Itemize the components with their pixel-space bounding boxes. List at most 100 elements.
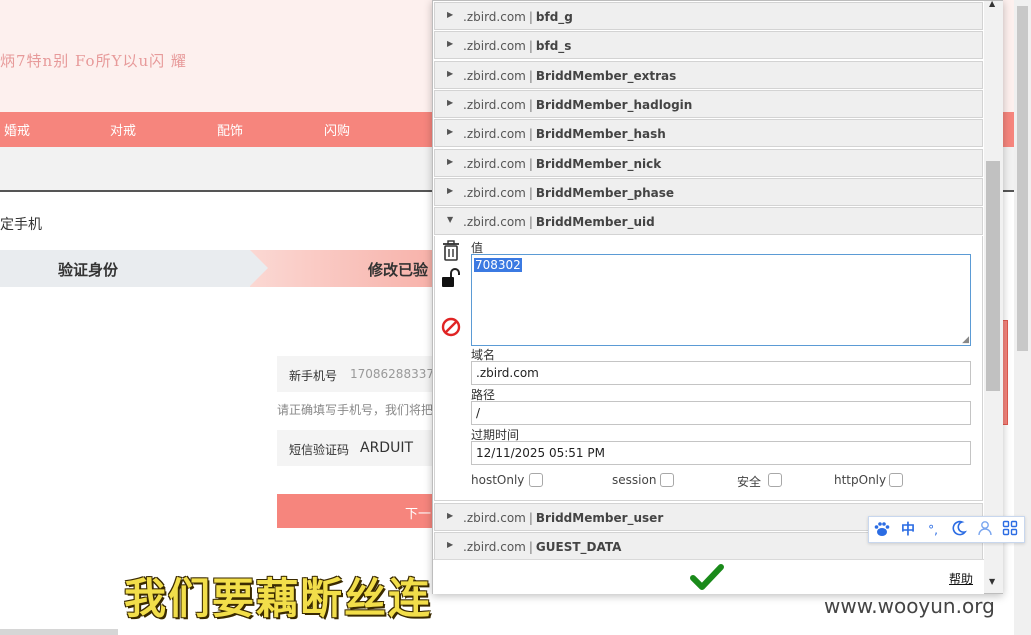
cookie-editor-popup: ▶ .zbird.com | bfd_g ▶ .zbird.com | bfd_s ▶ … — [432, 0, 1003, 594]
sms-code-field[interactable]: 短信验证码 ARDUIT — [277, 430, 437, 466]
nav-item-wedding-rings[interactable]: 婚戒 — [4, 120, 30, 139]
ime-mode-toggle[interactable]: 中 — [898, 520, 918, 540]
expand-arrow-icon[interactable]: ▶ — [447, 10, 453, 19]
scroll-down-arrow-icon[interactable]: ▼ — [989, 577, 995, 586]
cookie-row[interactable]: ▶ .zbird.com | bfd_s — [434, 31, 983, 59]
separator: | — [528, 511, 533, 525]
step-arrow — [250, 250, 268, 286]
new-phone-field[interactable]: 新手机号 17086288337 — [277, 356, 437, 392]
domain-value: .zbird.com — [476, 366, 539, 380]
path-value: / — [476, 406, 481, 420]
cookie-row-expanded[interactable]: ▼ .zbird.com | BriddMember_uid — [434, 207, 983, 235]
block-icon[interactable] — [441, 316, 461, 338]
cookie-row[interactable]: ▶ .zbird.com | BriddMember_extras — [434, 61, 983, 89]
unlock-icon[interactable] — [441, 268, 461, 290]
cookie-name: GUEST_DATA — [535, 540, 622, 554]
phone-hint: 请正确填写手机号，我们将把 — [277, 403, 434, 417]
domain-input[interactable]: .zbird.com — [471, 361, 971, 385]
moon-icon[interactable] — [949, 520, 969, 540]
horizontal-scrollbar[interactable] — [0, 629, 118, 635]
ime-toolbar: 中 °, — [868, 516, 1025, 543]
expand-arrow-icon[interactable]: ▶ — [447, 127, 453, 136]
expand-arrow-icon[interactable]: ▶ — [447, 98, 453, 107]
nav-item-accessories[interactable]: 配饰 — [217, 120, 243, 139]
next-button-label: 下一 — [405, 507, 432, 522]
expand-arrow-icon[interactable]: ▶ — [447, 39, 453, 48]
cookie-domain: .zbird.com — [463, 10, 526, 24]
separator: | — [528, 540, 533, 554]
separator: | — [528, 39, 533, 53]
collapse-arrow-icon[interactable]: ▼ — [447, 215, 453, 224]
separator: | — [528, 215, 533, 229]
session-checkbox[interactable] — [660, 473, 674, 487]
popup-scrollbar-thumb[interactable] — [986, 161, 1000, 391]
cookie-name: BriddMember_hash — [535, 127, 666, 141]
punctuation-toggle[interactable]: °, — [923, 520, 943, 540]
sms-code-label: 短信验证码 — [289, 443, 350, 457]
cookie-row[interactable]: ▶ .zbird.com | BriddMember_hadlogin — [434, 90, 983, 118]
cookie-domain: .zbird.com — [463, 157, 526, 171]
step-label: 验证身份 — [58, 261, 119, 279]
video-subtitle: 我们要藕断丝连 — [124, 574, 433, 623]
page-scrollbar-thumb[interactable] — [1017, 6, 1028, 351]
popup-footer: 帮助 — [433, 559, 984, 594]
cookie-row[interactable]: ▶ .zbird.com | BriddMember_phase — [434, 178, 983, 206]
popup-scrollbar[interactable]: ▲ ▼ — [984, 0, 1003, 593]
expiry-input[interactable]: 12/11/2025 05:51 PM — [471, 441, 971, 465]
paw-icon[interactable] — [872, 520, 892, 540]
cookie-domain: .zbird.com — [463, 511, 526, 525]
cookie-name: BriddMember_extras — [535, 69, 677, 83]
nav-item-couple-rings[interactable]: 对戒 — [110, 120, 136, 139]
step-verify-identity: 验证身份 — [0, 250, 250, 287]
cookie-name: BriddMember_uid — [535, 215, 655, 229]
delete-icon[interactable] — [441, 240, 461, 262]
cookie-domain: .zbird.com — [463, 540, 526, 554]
grid-icon[interactable] — [1000, 520, 1020, 540]
httponly-checkbox[interactable] — [889, 473, 903, 487]
separator: | — [528, 10, 533, 24]
scroll-up-arrow-icon[interactable]: ▲ — [989, 0, 995, 8]
user-icon[interactable] — [975, 520, 995, 540]
hostonly-checkbox[interactable] — [529, 473, 543, 487]
step-label: 修改已验 — [368, 261, 429, 279]
expand-arrow-icon[interactable]: ▶ — [447, 69, 453, 78]
cookie-list: ▶ .zbird.com | bfd_g ▶ .zbird.com | bfd_s ▶ … — [433, 1, 984, 559]
step-progress: 验证身份 修改已验 — [0, 250, 500, 287]
separator: | — [528, 127, 533, 141]
cookie-row[interactable]: ▶ .zbird.com | bfd_g — [434, 2, 983, 30]
cookie-name: BriddMember_user — [535, 511, 664, 525]
separator: | — [528, 157, 533, 171]
expand-arrow-icon[interactable]: ▶ — [447, 540, 453, 549]
save-checkmark-icon[interactable] — [690, 562, 724, 592]
cookie-domain: .zbird.com — [463, 69, 526, 83]
next-button[interactable]: 下一 — [277, 494, 437, 528]
cookie-domain: .zbird.com — [463, 98, 526, 112]
site-logo[interactable]: 炳7特n别 Fo所Y以u闪 耀 — [0, 50, 187, 71]
cookie-row[interactable]: ▶ .zbird.com | BriddMember_hash — [434, 119, 983, 147]
path-input[interactable]: / — [471, 401, 971, 425]
separator: | — [528, 69, 533, 83]
value-text: 708302 — [474, 258, 522, 272]
separator: | — [528, 98, 533, 112]
expand-arrow-icon[interactable]: ▶ — [447, 511, 453, 520]
nav-item-flash-sale[interactable]: 闪购 — [324, 120, 350, 139]
separator: | — [528, 186, 533, 200]
cookie-detail-panel: 值 708302 ◢ 域名 .zbird.com 路径 / 过期时间 12/11… — [434, 236, 983, 501]
cookie-row[interactable]: ▶ .zbird.com | BriddMember_nick — [434, 149, 983, 177]
value-textarea[interactable]: 708302 ◢ — [471, 254, 971, 346]
expiry-value: 12/11/2025 05:51 PM — [476, 446, 605, 460]
secure-checkbox[interactable] — [768, 473, 782, 487]
resize-grip-icon[interactable]: ◢ — [962, 335, 969, 345]
sms-code-input[interactable]: ARDUIT — [360, 440, 413, 456]
hostonly-label: hostOnly — [471, 473, 525, 487]
cookie-name: bfd_g — [535, 10, 573, 24]
expand-arrow-icon[interactable]: ▶ — [447, 157, 453, 166]
cookie-domain: .zbird.com — [463, 215, 526, 229]
help-link[interactable]: 帮助 — [949, 570, 973, 587]
httponly-label: httpOnly — [834, 473, 887, 487]
expand-arrow-icon[interactable]: ▶ — [447, 186, 453, 195]
watermark: www.wooyun.org — [824, 594, 995, 618]
new-phone-input[interactable]: 17086288337 — [350, 367, 434, 381]
cookie-name: BriddMember_hadlogin — [535, 98, 693, 112]
cookie-domain: .zbird.com — [463, 186, 526, 200]
